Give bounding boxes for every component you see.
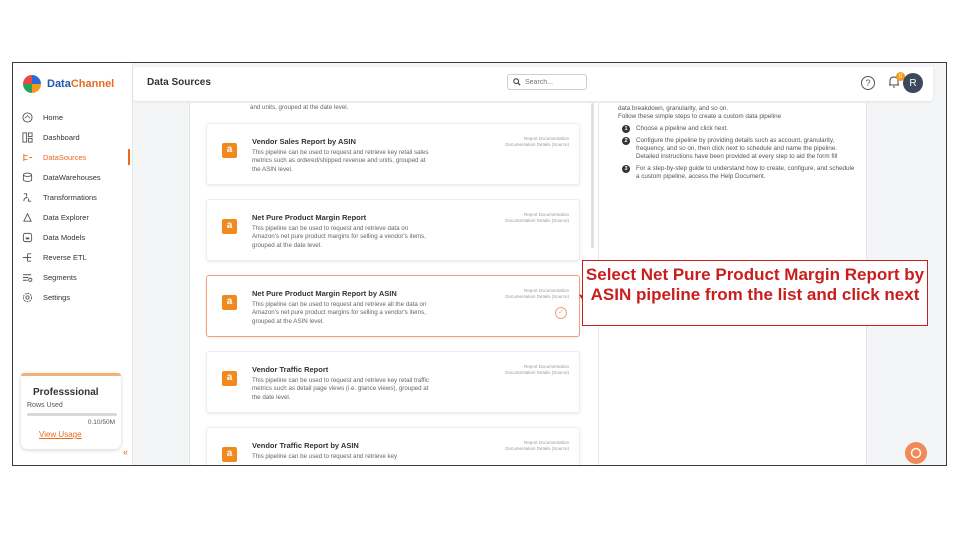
transform-icon xyxy=(21,191,33,203)
home-icon xyxy=(21,111,33,123)
sidebar-item-label: Segments xyxy=(43,272,77,282)
amazon-icon: a xyxy=(222,447,237,462)
sidebar: DataChannel Home Dashboard DataSources D… xyxy=(13,63,133,465)
search-input[interactable] xyxy=(525,78,583,86)
instructions-intro: data breakdown, granularity, and so on. xyxy=(618,105,729,112)
sidebar-item-settings[interactable]: Settings xyxy=(13,288,133,306)
sidebar-item-label: Transformations xyxy=(43,192,97,202)
sidebar-item-label: Data Explorer xyxy=(43,212,89,222)
avatar[interactable]: R xyxy=(903,73,923,93)
sidebar-item-transformations[interactable]: Transformations xyxy=(13,188,133,206)
sidebar-item-segments[interactable]: Segments xyxy=(13,268,133,286)
callout-box: Select Net Pure Product Margin Report by… xyxy=(582,260,928,326)
pipeline-card-vendor-traffic-asin[interactable]: a Vendor Traffic Report by ASIN This pip… xyxy=(206,427,580,465)
help-icon[interactable]: ? xyxy=(861,76,875,90)
sidebar-item-reverse-etl[interactable]: Reverse ETL xyxy=(13,248,133,266)
sidebar-item-data-explorer[interactable]: Data Explorer xyxy=(13,208,133,226)
brand-name-b: Channel xyxy=(70,78,115,90)
pipeline-card-vendor-sales-asin[interactable]: a Vendor Sales Report by ASIN This pipel… xyxy=(206,123,580,185)
chat-button[interactable] xyxy=(905,442,927,464)
view-usage-link[interactable]: View Usage xyxy=(39,430,115,439)
dashboard-icon xyxy=(21,131,33,143)
rows-used-label: Rows Used xyxy=(27,402,63,409)
sidebar-item-label: Data Models xyxy=(43,232,86,242)
pipeline-desc: This pipeline can be used to request and… xyxy=(252,301,427,325)
search-icon xyxy=(513,78,521,86)
plan-card: Professsional Rows Used 0.10/50M View Us… xyxy=(21,373,121,449)
segments-icon xyxy=(21,271,33,283)
list-scrollbar[interactable] xyxy=(591,103,594,248)
pipeline-title: Net Pure Product Margin Report by ASIN xyxy=(252,289,397,298)
doc-details-link[interactable]: Documentation Details (Source) xyxy=(505,142,569,148)
pipeline-card-net-pure-margin[interactable]: a Net Pure Product Margin Report This pi… xyxy=(206,199,580,261)
sidebar-item-label: DataSources xyxy=(43,152,87,162)
database-icon xyxy=(21,171,33,183)
sidebar-item-label: Reverse ETL xyxy=(43,252,87,262)
amazon-icon: a xyxy=(222,295,237,310)
page-title: Data Sources xyxy=(147,77,211,88)
pipeline-list: and units, grouped at the date level. a … xyxy=(190,103,590,465)
callout-text: Select Net Pure Product Margin Report by… xyxy=(585,265,925,304)
pipeline-card-vendor-traffic[interactable]: a Vendor Traffic Report This pipeline ca… xyxy=(206,351,580,413)
reverse-etl-icon xyxy=(21,251,33,263)
sidebar-item-label: Dashboard xyxy=(43,132,80,142)
sidebar-item-label: Settings xyxy=(43,292,71,302)
pipeline-title: Vendor Traffic Report by ASIN xyxy=(252,441,359,450)
sidebar-item-data-models[interactable]: Data Models xyxy=(13,228,133,246)
brand-name-a: Data xyxy=(47,78,71,90)
usage-value: 0.10/50M xyxy=(87,419,115,426)
explorer-icon xyxy=(21,211,33,223)
pipeline-desc: This pipeline can be used to request and… xyxy=(252,377,430,401)
sidebar-item-label: DataWarehouses xyxy=(43,172,101,182)
sidebar-item-datawarehouses[interactable]: DataWarehouses xyxy=(13,168,133,186)
doc-details-link[interactable]: Documentation Details (Source) xyxy=(505,370,569,376)
top-header: Data Sources ? 0 R xyxy=(133,67,933,101)
previous-card-desc: and units, grouped at the date level. xyxy=(250,104,349,111)
instruction-step: 1 Choose a pipeline and click next. xyxy=(618,125,858,133)
step-number: 2 xyxy=(622,137,630,145)
check-icon: ✓ xyxy=(555,307,567,319)
amazon-icon: a xyxy=(222,371,237,386)
pipeline-desc: This pipeline can be used to request and… xyxy=(252,225,426,249)
chat-icon xyxy=(910,447,922,459)
pipeline-title: Vendor Sales Report by ASIN xyxy=(252,137,356,146)
pipeline-title: Vendor Traffic Report xyxy=(252,365,329,374)
instruction-step: 2 Configure the pipeline by providing det… xyxy=(618,137,858,161)
pipeline-card-net-pure-margin-asin[interactable]: a Net Pure Product Margin Report by ASIN… xyxy=(206,275,580,337)
doc-details-link[interactable]: Documentation Details (Source) xyxy=(505,218,569,224)
collapse-sidebar-icon[interactable]: « xyxy=(123,447,128,457)
step-number: 3 xyxy=(622,165,630,173)
instruction-step: 3 For a step-by-step guide to understand … xyxy=(618,165,858,181)
pipeline-desc: This pipeline can be used to request and… xyxy=(252,453,398,460)
sidebar-item-datasources[interactable]: DataSources xyxy=(13,148,133,166)
usage-progress-bar xyxy=(27,413,117,416)
pipeline-desc: This pipeline can be used to request and… xyxy=(252,149,429,173)
plan-name: Professsional xyxy=(33,387,99,398)
pipeline-title: Net Pure Product Margin Report xyxy=(252,213,367,222)
amazon-icon: a xyxy=(222,143,237,158)
datasources-icon xyxy=(21,151,33,163)
doc-details-link[interactable]: Documentation Details (Source) xyxy=(505,294,569,300)
sidebar-item-label: Home xyxy=(43,112,64,122)
settings-icon xyxy=(21,291,33,303)
models-icon xyxy=(21,231,33,243)
sidebar-item-home[interactable]: Home xyxy=(13,108,133,126)
doc-details-link[interactable]: Documentation Details (Source) xyxy=(505,446,569,452)
logo-icon xyxy=(23,75,41,93)
brand-logo[interactable]: DataChannel xyxy=(23,75,114,93)
amazon-icon: a xyxy=(222,219,237,234)
instructions-panel: data breakdown, granularity, and so on. … xyxy=(618,105,858,181)
instructions-lead: Follow these simple steps to create a cu… xyxy=(618,113,782,120)
search-box[interactable] xyxy=(507,74,587,90)
step-number: 1 xyxy=(622,125,630,133)
sidebar-item-dashboard[interactable]: Dashboard xyxy=(13,128,133,146)
